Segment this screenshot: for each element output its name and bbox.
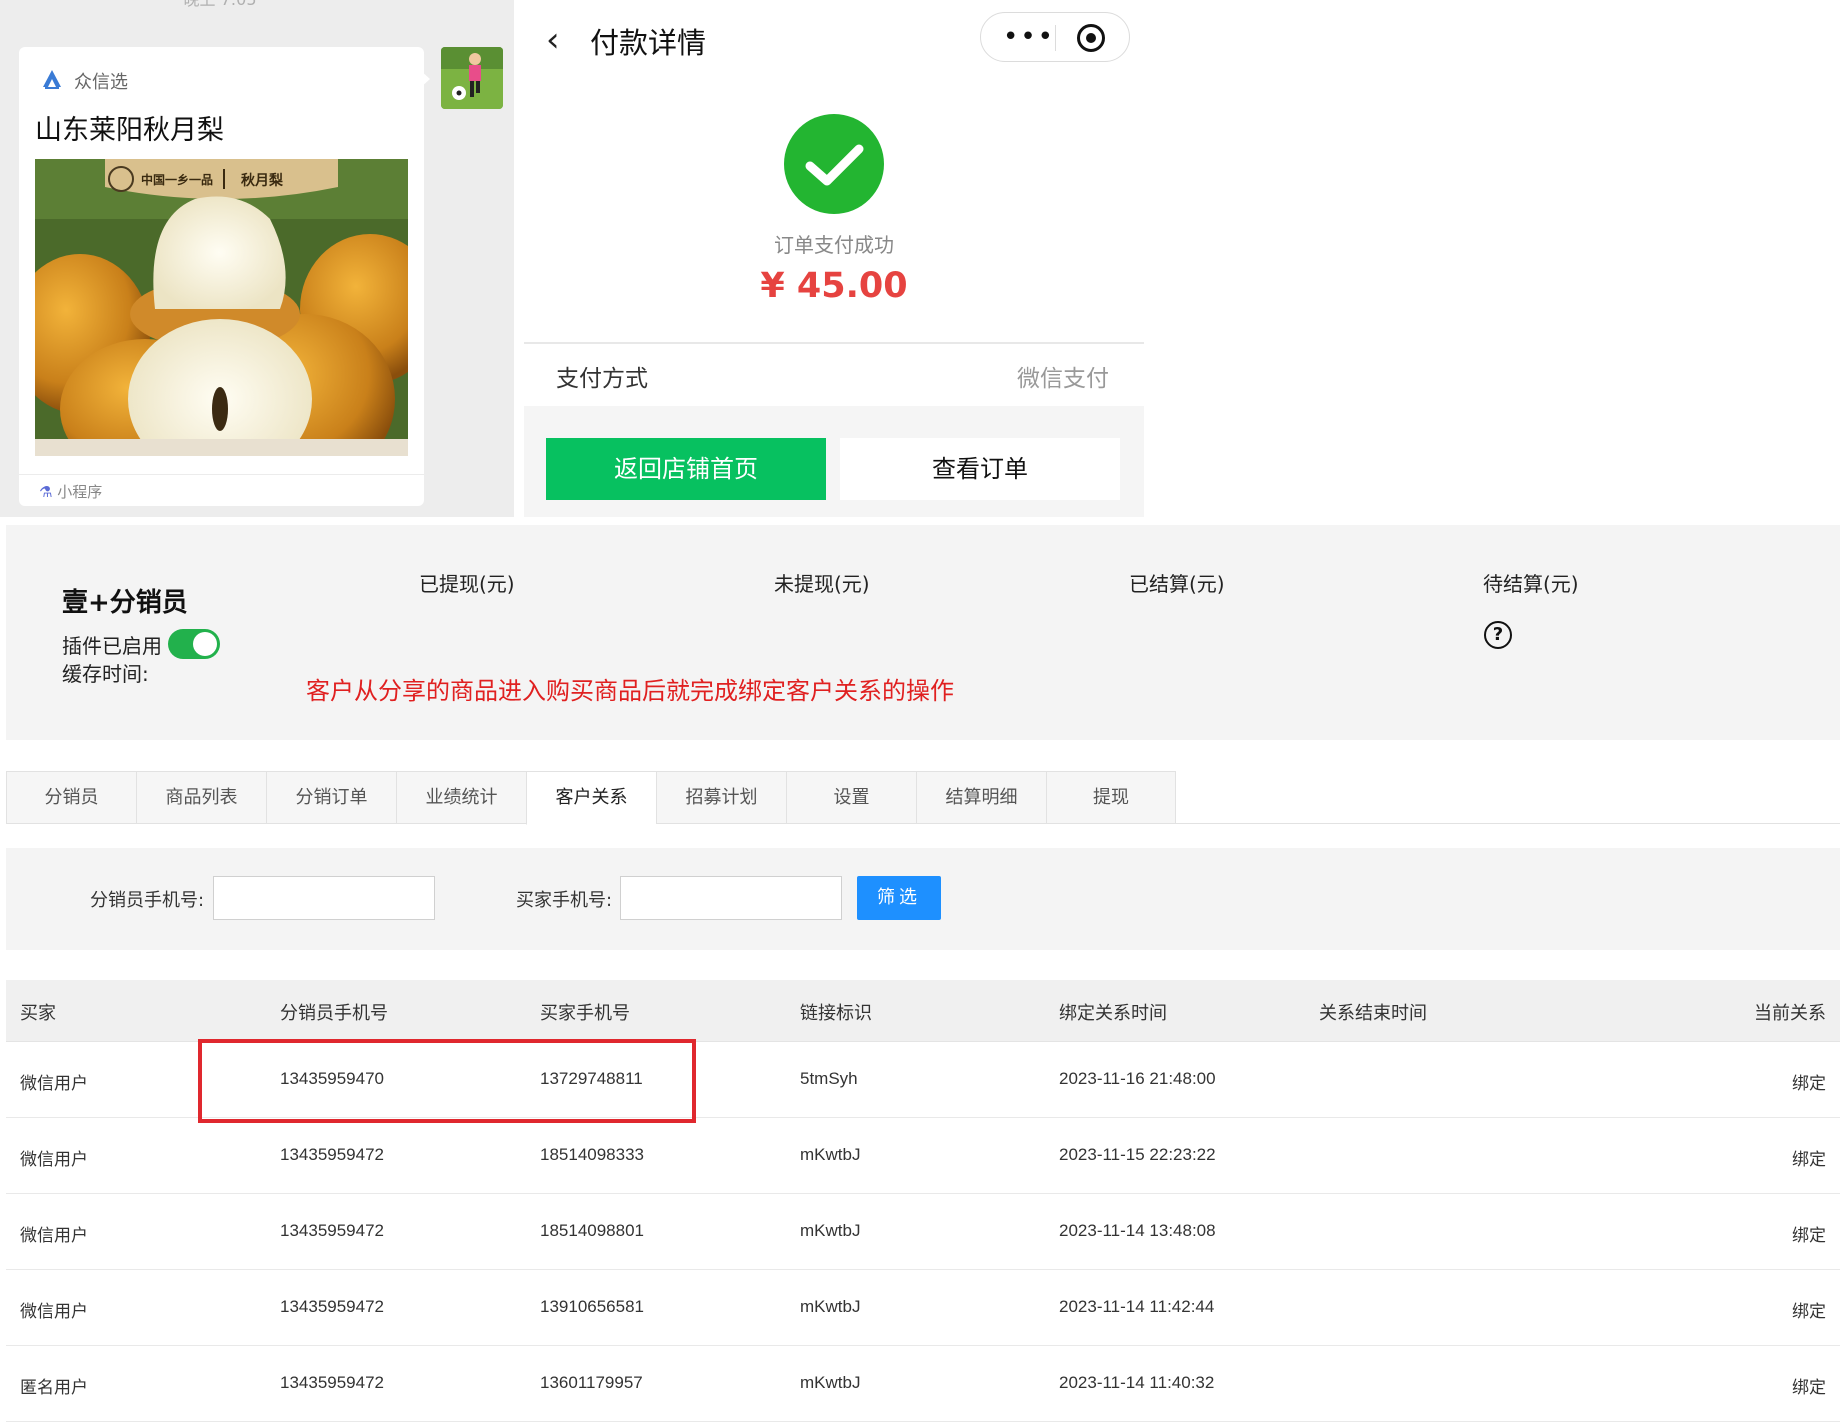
table-row: 微信用户 13435959472 13910656581 mKwtbJ 2023… (6, 1270, 1840, 1346)
cell-buyer: 微信用户 (20, 1074, 88, 1093)
chat-bubble-arrow (420, 70, 430, 88)
check-success-icon (784, 114, 884, 214)
tab-settings[interactable]: 设置 (786, 771, 916, 824)
stat-settled-label: 已结算(元) (1129, 572, 1225, 596)
cell-link-id: mKwtbJ (800, 1297, 861, 1316)
table-row: 匿名用户 13435959472 13601179957 mKwtbJ 2023… (6, 1346, 1840, 1422)
cell-distributor-phone: 13435959472 (280, 1221, 385, 1240)
plugin-header: 壹+分销员 插件已启用 缓存时间: 已提现(元) 未提现(元) 已结算(元) 待… (6, 525, 1840, 740)
cell-link-id: mKwtbJ (800, 1373, 861, 1392)
stat-pending-label: 待结算(元) (1483, 572, 1579, 596)
tab-product-list[interactable]: 商品列表 (136, 771, 266, 824)
table-header: 买家 分销员手机号 买家手机号 链接标识 绑定关系时间 关系结束时间 当前关系 (6, 980, 1840, 1042)
column-header-bind-time: 绑定关系时间 (1059, 1003, 1167, 1024)
banner-right-text: 秋月梨 (241, 172, 284, 189)
cell-bind-time: 2023-11-14 11:40:32 (1059, 1373, 1215, 1392)
payment-method-label: 支付方式 (556, 366, 648, 392)
mini-program-link-icon: ⚗︎ (39, 483, 53, 501)
payment-status-text: 订单支付成功 (774, 233, 894, 257)
cell-link-id: mKwtbJ (800, 1221, 861, 1240)
column-header-buyer: 买家 (20, 1003, 56, 1024)
payment-method-value: 微信支付 (1017, 366, 1109, 392)
cell-buyer: 匿名用户 (20, 1378, 88, 1397)
highlight-annotation-box (198, 1039, 696, 1123)
buyer-phone-input[interactable] (620, 876, 842, 920)
cell-bind-time: 2023-11-16 21:48:00 (1059, 1069, 1216, 1088)
pear-product-image: 中国一乡一品 秋月梨 (35, 159, 408, 456)
tab-performance-stats[interactable]: 业绩统计 (396, 771, 526, 824)
tab-distribution-orders[interactable]: 分销订单 (266, 771, 396, 824)
cell-buyer-phone: 18514098801 (540, 1221, 645, 1240)
card-source-name: 众信选 (74, 72, 128, 93)
stat-withdrawn-label: 已提现(元) (419, 572, 515, 596)
capsule-divider (1055, 25, 1056, 51)
tab-distributors[interactable]: 分销员 (6, 771, 136, 824)
tab-recruitment-plan[interactable]: 招募计划 (656, 771, 786, 824)
table-row: 微信用户 13435959472 18514098333 mKwtbJ 2023… (6, 1118, 1840, 1194)
payment-amount: ¥ 45.00 (760, 266, 908, 306)
cell-current-relation: 绑定 (1792, 1378, 1826, 1397)
buyer-phone-label: 买家手机号: (516, 890, 613, 911)
cell-buyer-phone: 13601179957 (540, 1373, 643, 1392)
cell-bind-time: 2023-11-14 13:48:08 (1059, 1221, 1216, 1240)
column-header-buyer-phone: 买家手机号 (540, 1003, 630, 1024)
cell-current-relation: 绑定 (1792, 1226, 1826, 1245)
distributor-phone-input[interactable] (213, 876, 435, 920)
page-title: 付款详情 (590, 26, 707, 60)
distributor-phone-label: 分销员手机号: (90, 890, 205, 911)
tab-customer-relations[interactable]: 客户关系 (526, 771, 656, 825)
cell-link-id: 5tmSyh (800, 1069, 858, 1088)
action-area: 返回店铺首页 查看订单 (524, 406, 1144, 517)
cell-current-relation: 绑定 (1792, 1302, 1826, 1321)
close-target-icon[interactable] (1077, 24, 1105, 52)
banner-left-text: 中国一乡一品 (141, 172, 213, 187)
column-header-end-time: 关系结束时间 (1319, 1003, 1427, 1024)
tab-settlement-details[interactable]: 结算明细 (916, 771, 1046, 824)
mini-program-capsule: ••• (980, 12, 1130, 62)
back-arrow-icon[interactable]: ‹ (546, 20, 560, 60)
payment-detail-page: ‹ 付款详情 ••• 订单支付成功 ¥ 45.00 支付方式 微信支付 返回店铺… (524, 0, 1144, 517)
mini-program-card[interactable]: 众信选 山东莱阳秋月梨 中国一乡一品 秋月梨 ⚗︎ 小程序 (19, 47, 424, 506)
cell-distributor-phone: 13435959472 (280, 1297, 385, 1316)
view-order-button[interactable]: 查看订单 (840, 438, 1120, 500)
column-header-current-relation: 当前关系 (1754, 1003, 1826, 1024)
filter-bar: 分销员手机号: 买家手机号: 筛选 (6, 848, 1840, 950)
tab-withdraw[interactable]: 提现 (1046, 771, 1176, 824)
chat-timestamp: 晚上 7:05 (150, 0, 290, 10)
zhongxinxuan-logo-icon (41, 68, 63, 90)
sender-avatar[interactable] (441, 47, 503, 109)
stat-unwithdrawn-label: 未提现(元) (774, 572, 870, 596)
chat-panel: 晚上 7:05 众信选 山东莱阳秋月梨 (0, 0, 514, 517)
cell-current-relation: 绑定 (1792, 1074, 1826, 1093)
cell-link-id: mKwtbJ (800, 1145, 861, 1164)
tab-bar: 分销员 商品列表 分销订单 业绩统计 客户关系 招募计划 设置 结算明细 提现 (6, 771, 1840, 825)
filter-button[interactable]: 筛选 (857, 876, 941, 920)
cell-buyer-phone: 13910656581 (540, 1297, 645, 1316)
back-to-store-button[interactable]: 返回店铺首页 (546, 438, 826, 500)
annotation-note: 客户从分享的商品进入购买商品后就完成绑定客户关系的操作 (306, 677, 954, 705)
plugin-title: 壹+分销员 (62, 588, 188, 618)
cell-distributor-phone: 13435959472 (280, 1373, 385, 1392)
mini-program-label: ⚗︎ 小程序 (39, 483, 103, 501)
cell-buyer: 微信用户 (20, 1150, 88, 1169)
help-icon[interactable]: ? (1484, 621, 1512, 649)
cell-bind-time: 2023-11-15 22:23:22 (1059, 1145, 1216, 1164)
plugin-enabled-label: 插件已启用 (62, 634, 162, 658)
cell-buyer: 微信用户 (20, 1226, 88, 1245)
column-header-distributor-phone: 分销员手机号 (280, 1003, 388, 1024)
table-row: 微信用户 13435959472 18514098801 mKwtbJ 2023… (6, 1194, 1840, 1270)
card-title: 山东莱阳秋月梨 (35, 115, 224, 146)
plugin-enabled-toggle[interactable] (168, 629, 220, 659)
cache-time-label: 缓存时间: (62, 662, 149, 686)
section-divider (524, 342, 1144, 344)
cell-distributor-phone: 13435959472 (280, 1145, 385, 1164)
cell-buyer-phone: 18514098333 (540, 1145, 645, 1164)
cell-bind-time: 2023-11-14 11:42:44 (1059, 1297, 1215, 1316)
more-icon[interactable]: ••• (1003, 22, 1055, 52)
card-divider (19, 474, 424, 475)
cell-buyer: 微信用户 (20, 1302, 88, 1321)
column-header-link-id: 链接标识 (800, 1003, 872, 1024)
cell-current-relation: 绑定 (1792, 1150, 1826, 1169)
